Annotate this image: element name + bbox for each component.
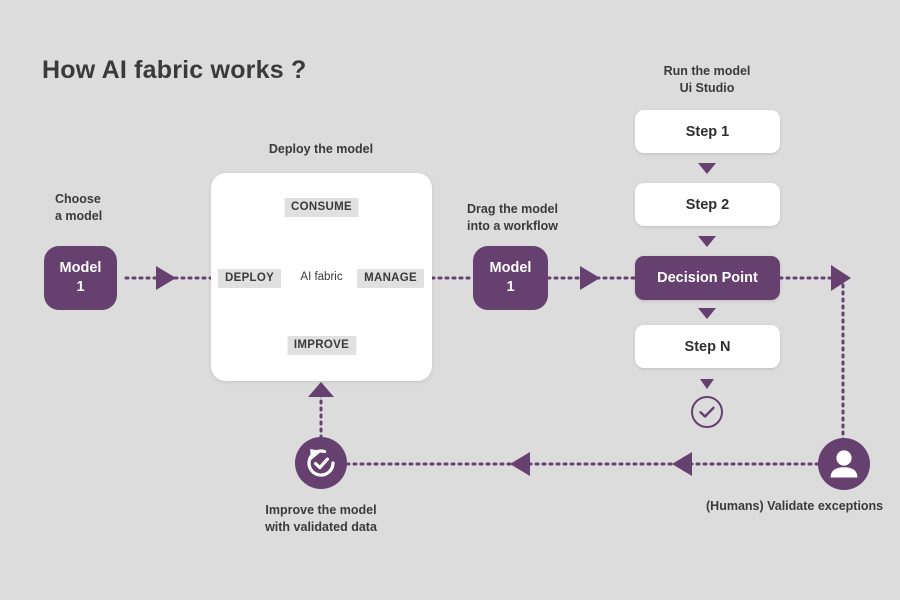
fabric-step-deploy[interactable]: DEPLOY xyxy=(218,269,282,288)
arrow-left-icon xyxy=(510,452,530,476)
run-the-model-caption: Run the model Ui Studio xyxy=(663,64,751,95)
workflow-step-2[interactable]: Step 2 xyxy=(635,183,780,226)
workflow-decision-point[interactable]: Decision Point xyxy=(635,256,780,300)
check-circle-icon xyxy=(690,395,724,429)
model-box-drag[interactable]: Model 1 xyxy=(473,246,548,310)
improve-model-badge[interactable] xyxy=(295,437,347,489)
fabric-step-consume[interactable]: CONSUME xyxy=(284,198,359,217)
person-icon xyxy=(830,450,858,478)
arrow-down-icon xyxy=(698,308,716,319)
deploy-the-model-caption: Deploy the model xyxy=(268,142,374,156)
fabric-center-label: AI fabric xyxy=(300,271,343,283)
choose-a-model-caption: Choose a model xyxy=(55,192,103,223)
workflow-step-n[interactable]: Step N xyxy=(635,325,780,368)
arrow-right-icon xyxy=(831,265,851,291)
model-box-choose[interactable]: Model 1 xyxy=(44,246,117,310)
humans-validate-caption: (Humans) Validate exceptions xyxy=(706,499,884,513)
arrow-left-icon xyxy=(672,452,692,476)
diagram-canvas: How AI fabric works ? Choose a model Mod… xyxy=(0,0,900,600)
arrow-right-icon xyxy=(156,266,176,290)
arrow-down-icon xyxy=(698,163,716,174)
humans-validate-badge[interactable] xyxy=(818,438,870,490)
improve-model-caption: Improve the model with validated data xyxy=(265,503,377,534)
fabric-step-improve[interactable]: IMPROVE xyxy=(286,336,357,355)
refresh-check-icon xyxy=(307,449,335,477)
arrow-down-icon xyxy=(698,236,716,247)
drag-the-model-caption: Drag the model into a workflow xyxy=(467,202,558,233)
fabric-step-manage[interactable]: MANAGE xyxy=(357,269,424,288)
arrow-up-icon xyxy=(308,382,334,397)
arrow-down-icon xyxy=(700,379,714,389)
ai-fabric-panel: CONSUME MANAGE IMPROVE DEPLOY AI fabric xyxy=(211,173,432,381)
workflow-step-1[interactable]: Step 1 xyxy=(635,110,780,153)
page-title: How AI fabric works ? xyxy=(42,56,307,84)
arrow-right-icon xyxy=(580,266,600,290)
